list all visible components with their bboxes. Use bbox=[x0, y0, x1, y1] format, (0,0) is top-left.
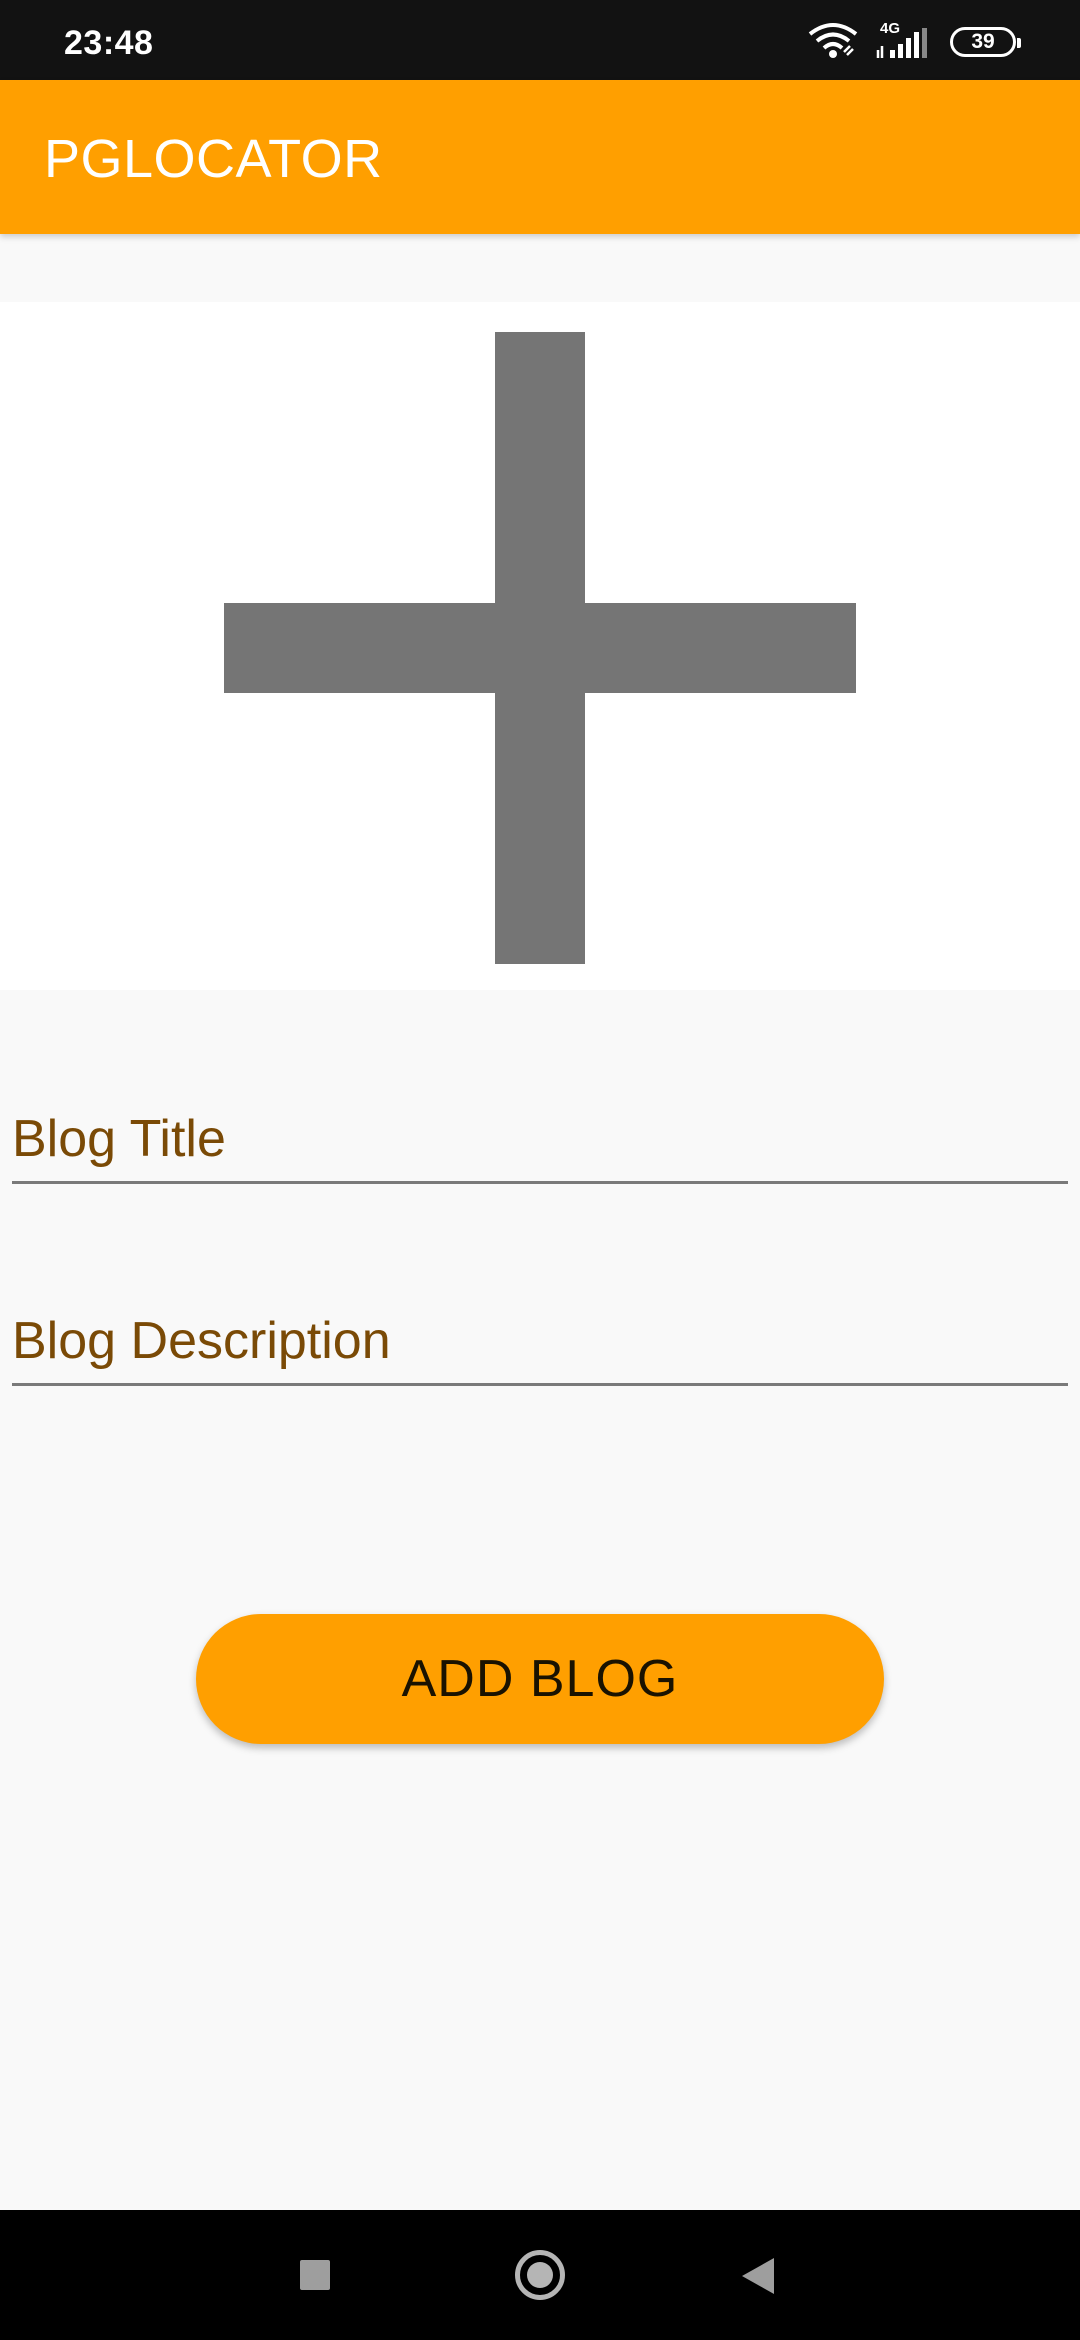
signal-icon: 4G bbox=[874, 20, 934, 60]
wifi-icon bbox=[808, 22, 858, 63]
plus-icon-horizontal-bar bbox=[224, 603, 856, 693]
battery-icon: 39 bbox=[950, 27, 1021, 57]
blog-title-input[interactable] bbox=[12, 1109, 1068, 1169]
navigation-bar bbox=[0, 2210, 1080, 2340]
home-icon-inner bbox=[527, 2262, 553, 2288]
status-time: 23:48 bbox=[64, 24, 154, 62]
blog-description-field[interactable] bbox=[12, 1296, 1068, 1386]
recents-icon[interactable] bbox=[300, 2260, 330, 2290]
plus-icon[interactable] bbox=[224, 332, 856, 964]
battery-level: 39 bbox=[971, 30, 995, 53]
status-icons: 4G 39 bbox=[808, 20, 1021, 63]
back-icon[interactable] bbox=[742, 2258, 774, 2294]
blog-title-field[interactable] bbox=[12, 1094, 1068, 1184]
blog-image-picker[interactable] bbox=[0, 302, 1080, 990]
network-type-label: 4G bbox=[880, 20, 901, 37]
home-icon[interactable] bbox=[515, 2250, 565, 2300]
battery-nub bbox=[1017, 38, 1021, 48]
app-title: PGLOCATOR bbox=[44, 129, 383, 189]
blog-description-input[interactable] bbox=[12, 1311, 1068, 1371]
status-bar: 23:48 4G 39 bbox=[0, 0, 1080, 80]
app-bar: PGLOCATOR bbox=[0, 80, 1080, 234]
add-blog-button[interactable]: ADD BLOG bbox=[196, 1614, 884, 1744]
